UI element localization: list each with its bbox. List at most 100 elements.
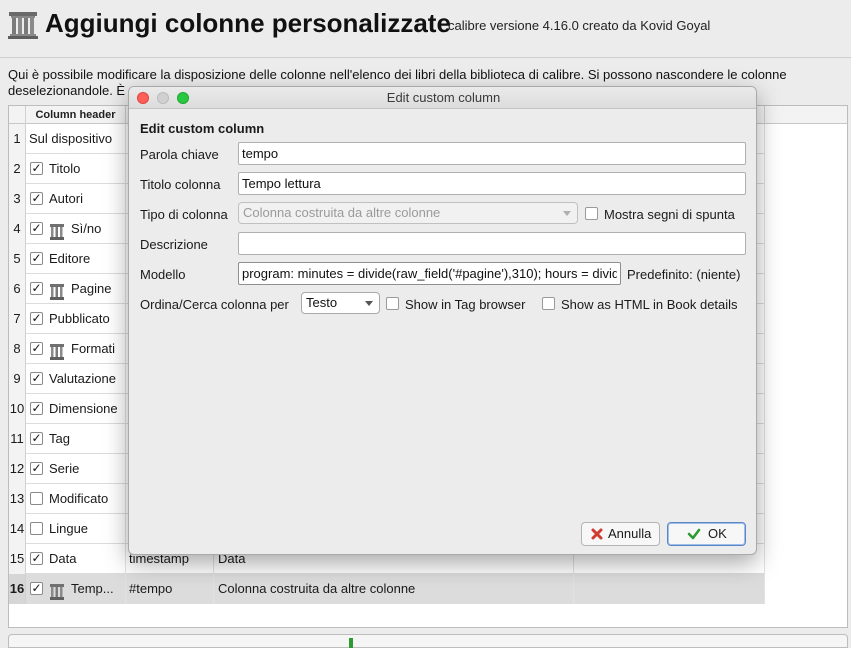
sort-search-value: Testo	[306, 295, 338, 310]
column-name-cell[interactable]: ✓ Titolo	[26, 154, 126, 184]
column-name-cell[interactable]: ✓ Sì/no	[26, 214, 126, 244]
column-name-cell[interactable]: ✓ Serie	[26, 454, 126, 484]
version-subtitle: calibre versione 4.16.0 creato da Kovid …	[448, 18, 711, 33]
checkmark-icon	[687, 528, 701, 540]
column-visible-checkbox[interactable]: ✓	[30, 432, 43, 445]
column-name-cell[interactable]: Modificato	[26, 484, 126, 514]
row-number: 16	[9, 574, 26, 604]
description-input[interactable]	[238, 232, 746, 255]
chevron-down-icon	[563, 211, 571, 216]
column-visible-checkbox[interactable]: ✓	[30, 282, 43, 295]
zoom-window-button[interactable]	[177, 92, 189, 104]
column-name-label: Temp...	[71, 581, 114, 596]
description-line-1: Qui è possibile modificare la disposizio…	[8, 67, 787, 82]
row-number: 15	[9, 544, 26, 574]
column-heading-input[interactable]	[238, 172, 746, 195]
column-name-cell[interactable]: ✓ Autori	[26, 184, 126, 214]
column-visible-checkbox[interactable]: ✓	[30, 402, 43, 415]
column-visible-checkbox[interactable]: ✓	[30, 162, 43, 175]
dialog-window-title: Edit custom column	[386, 90, 501, 105]
row-number: 12	[9, 454, 26, 484]
column-visible-checkbox[interactable]: ✓	[30, 582, 43, 595]
close-window-button[interactable]	[137, 92, 149, 104]
sort-search-label: Ordina/Cerca colonna per	[140, 297, 289, 312]
column-visible-checkbox[interactable]: ✓	[30, 372, 43, 385]
column-name-cell[interactable]: ✓ Pagine	[26, 274, 126, 304]
column-name-label: Autori	[49, 191, 83, 206]
column-name-cell[interactable]: Lingue	[26, 514, 126, 544]
page-header: Aggiungi colonne personalizzate calibre …	[0, 0, 851, 56]
show-in-tag-browser-checkbox[interactable]	[386, 297, 399, 310]
custom-column-icon	[50, 581, 64, 600]
row-number: 4	[9, 214, 26, 244]
column-visible-checkbox[interactable]: ✓	[30, 552, 43, 565]
column-type-label: Tipo di colonna	[140, 207, 228, 222]
column-name-cell[interactable]: ✓ Valutazione	[26, 364, 126, 394]
column-name-label: Data	[49, 551, 77, 566]
row-number: 13	[9, 484, 26, 514]
show-in-tag-browser-label: Show in Tag browser	[405, 297, 526, 312]
column-visible-checkbox[interactable]: ✓	[30, 222, 43, 235]
column-visible-checkbox[interactable]	[30, 522, 43, 535]
row-number: 1	[9, 124, 26, 154]
column-name-cell[interactable]: Sul dispositivo	[26, 124, 126, 154]
row-number: 10	[9, 394, 26, 424]
custom-column-icon	[50, 281, 64, 300]
row-number: 2	[9, 154, 26, 184]
row-number: 9	[9, 364, 26, 394]
column-description-cell	[574, 574, 765, 604]
column-name-label: Editore	[49, 251, 91, 266]
column-name-label: Valutazione	[49, 371, 116, 386]
edit-custom-column-dialog: Edit custom column Edit custom column Pa…	[128, 86, 757, 555]
column-visible-checkbox[interactable]: ✓	[30, 342, 43, 355]
column-name-cell[interactable]: ✓ Data	[26, 544, 126, 574]
cancel-label: Annulla	[608, 526, 652, 541]
show-as-html-label: Show as HTML in Book details	[561, 297, 738, 312]
ok-label: OK	[708, 526, 727, 541]
column-name-label: Modificato	[49, 491, 109, 506]
header-divider	[0, 57, 851, 58]
column-name-cell[interactable]: ✓ Dimensione	[26, 394, 126, 424]
dialog-titlebar[interactable]: Edit custom column	[129, 87, 756, 109]
lookup-name-input[interactable]	[238, 142, 746, 165]
ok-button[interactable]: OK	[667, 522, 746, 546]
column-visible-checkbox[interactable]: ✓	[30, 312, 43, 325]
row-number: 14	[9, 514, 26, 544]
column-type-select[interactable]: Colonna costruita da altre colonne	[238, 202, 578, 224]
column-name-cell[interactable]: ✓ Tag	[26, 424, 126, 454]
column-name-label: Titolo	[49, 161, 81, 176]
column-visible-checkbox[interactable]: ✓	[30, 192, 43, 205]
column-name-label: Dimensione	[49, 401, 118, 416]
minimize-window-button[interactable]	[157, 92, 169, 104]
default-value-label: Predefinito: (niente)	[627, 267, 741, 282]
column-visible-checkbox[interactable]: ✓	[30, 252, 43, 265]
column-name-cell[interactable]: ✓ Temp...	[26, 574, 126, 604]
add-custom-column-button[interactable]	[8, 634, 848, 648]
chevron-down-icon	[365, 301, 373, 306]
header-column-header[interactable]: Column header	[26, 106, 126, 124]
calibre-library-icon	[8, 12, 38, 39]
template-input[interactable]	[238, 262, 621, 285]
column-heading-label: Titolo colonna	[140, 177, 221, 192]
custom-column-icon	[50, 341, 64, 360]
show-checkmarks-label: Mostra segni di spunta	[604, 207, 735, 222]
close-icon	[591, 528, 603, 540]
sort-search-select[interactable]: Testo	[301, 292, 380, 314]
row-number: 5	[9, 244, 26, 274]
lookup-name-cell: #tempo	[126, 574, 214, 604]
template-label: Modello	[140, 267, 186, 282]
column-type-value: Colonna costruita da altre colonne	[243, 205, 441, 220]
show-as-html-checkbox[interactable]	[542, 297, 555, 310]
column-name-cell[interactable]: ✓ Formati	[26, 334, 126, 364]
table-row[interactable]: 16 ✓ Temp... #tempo Colonna costruita da alt…	[9, 574, 765, 604]
column-visible-checkbox[interactable]	[30, 492, 43, 505]
plus-icon	[349, 638, 353, 648]
cancel-button[interactable]: Annulla	[581, 522, 660, 546]
column-name-cell[interactable]: ✓ Editore	[26, 244, 126, 274]
column-name-cell[interactable]: ✓ Pubblicato	[26, 304, 126, 334]
column-name-label: Pagine	[71, 281, 112, 296]
row-number: 7	[9, 304, 26, 334]
show-checkmarks-checkbox[interactable]	[585, 207, 598, 220]
column-name-label: Sì/no	[71, 221, 102, 236]
column-visible-checkbox[interactable]: ✓	[30, 462, 43, 475]
